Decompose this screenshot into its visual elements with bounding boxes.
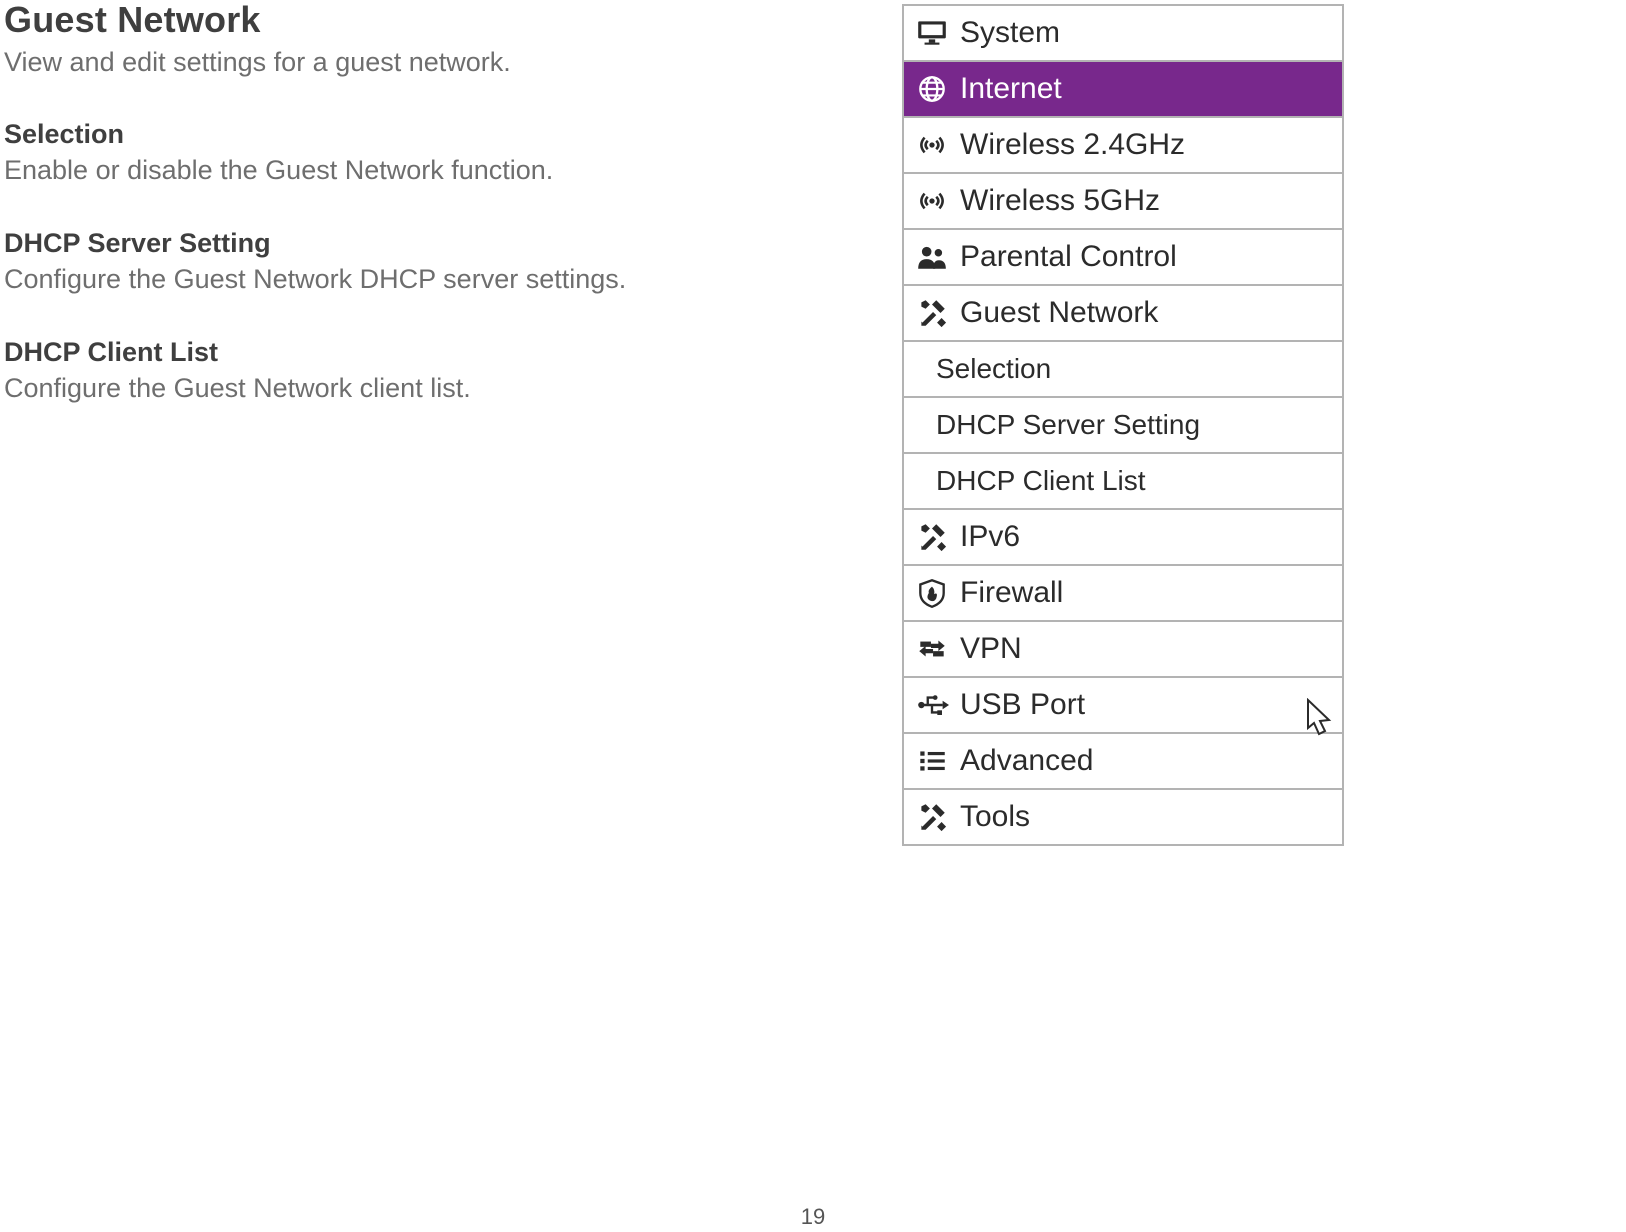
sub-item-dhcp-server[interactable]: DHCP Server Setting [904, 398, 1344, 454]
section-body: Configure the Guest Network client list. [4, 372, 840, 406]
nav-item-internet[interactable]: Internet [904, 62, 1344, 118]
nav-label: Firewall [960, 576, 1063, 610]
sub-label: DHCP Server Setting [936, 409, 1200, 441]
wifi-icon [904, 128, 960, 162]
sub-item-selection[interactable]: Selection [904, 342, 1344, 398]
section-heading: DHCP Client List [4, 337, 840, 368]
nav-label: Advanced [960, 744, 1093, 778]
nav-label: Guest Network [960, 296, 1158, 330]
nav-sidebar: System Internet Wireless 2.4GHz Wireless… [902, 4, 1344, 846]
nav-item-wireless-5[interactable]: Wireless 5GHz [904, 174, 1344, 230]
nav-item-wireless-24[interactable]: Wireless 2.4GHz [904, 118, 1344, 174]
section-body: Enable or disable the Guest Network func… [4, 154, 840, 188]
nav-label: Wireless 2.4GHz [960, 128, 1185, 162]
nav-label: USB Port [960, 688, 1085, 722]
section-dhcp-client: DHCP Client List Configure the Guest Net… [4, 337, 840, 406]
nav-label: Wireless 5GHz [960, 184, 1160, 218]
nav-label: Internet [960, 72, 1062, 106]
usb-icon [904, 688, 960, 722]
nav-item-advanced[interactable]: Advanced [904, 734, 1344, 790]
nav-item-parental[interactable]: Parental Control [904, 230, 1344, 286]
tools-icon [904, 800, 960, 834]
section-body: Configure the Guest Network DHCP server … [4, 263, 840, 297]
sub-label: DHCP Client List [936, 465, 1146, 497]
firewall-icon [904, 576, 960, 610]
monitor-icon [904, 16, 960, 50]
wifi-icon [904, 184, 960, 218]
page: Guest Network View and edit settings for… [0, 0, 1626, 1232]
sub-item-dhcp-client[interactable]: DHCP Client List [904, 454, 1344, 510]
users-icon [904, 240, 960, 274]
section-heading: DHCP Server Setting [4, 228, 840, 259]
page-title: Guest Network [4, 0, 840, 40]
section-heading: Selection [4, 119, 840, 150]
globe-icon [904, 72, 960, 106]
tools-icon [904, 296, 960, 330]
nav-label: Parental Control [960, 240, 1177, 274]
nav-label: VPN [960, 632, 1022, 666]
vpn-icon [904, 632, 960, 666]
nav-item-tools[interactable]: Tools [904, 790, 1344, 846]
sub-label: Selection [936, 353, 1051, 385]
tools-icon [904, 520, 960, 554]
section-selection: Selection Enable or disable the Guest Ne… [4, 119, 840, 188]
nav-item-firewall[interactable]: Firewall [904, 566, 1344, 622]
nav-item-usb[interactable]: USB Port [904, 678, 1344, 734]
nav-item-system[interactable]: System [904, 6, 1344, 62]
nav-item-guest-network[interactable]: Guest Network [904, 286, 1344, 342]
nav-label: Tools [960, 800, 1030, 834]
page-lead: View and edit settings for a guest netwo… [4, 46, 840, 80]
nav-item-vpn[interactable]: VPN [904, 622, 1344, 678]
nav-label: System [960, 16, 1060, 50]
list-icon [904, 744, 960, 778]
nav-item-ipv6[interactable]: IPv6 [904, 510, 1344, 566]
page-number: 19 [801, 1204, 825, 1230]
section-dhcp-server: DHCP Server Setting Configure the Guest … [4, 228, 840, 297]
nav-label: IPv6 [960, 520, 1020, 554]
content-column: Guest Network View and edit settings for… [0, 0, 840, 406]
